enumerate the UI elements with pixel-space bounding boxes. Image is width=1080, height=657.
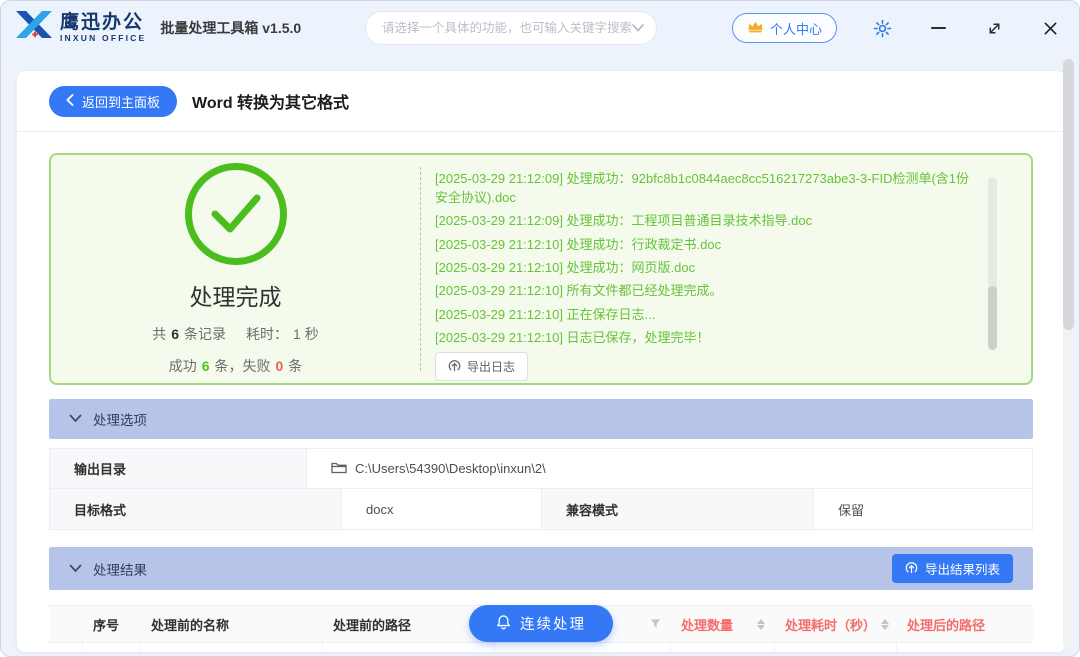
log-line: [2025-03-29 21:12:10] 处理成功：网页版.doc [435,259,973,278]
totals-line: 共 6 条记录 耗时： 1 秒 [152,324,318,344]
export-log-button[interactable]: 导出日志 [435,352,528,381]
options-table: 输出目录 C:\Users\54390\Desktop\inxun\2\ 目标格… [49,448,1033,530]
compat-mode-value[interactable]: 保留 [814,489,1032,529]
log-line: [2025-03-29 21:12:09] 处理成功：工程项目普通目录技术指导.… [435,212,973,231]
crown-icon [747,20,764,37]
brand-name-en: INXUN OFFICE [60,34,146,43]
settings-gear-icon[interactable] [871,17,893,39]
content-area: 返回到主面板 Word 转换为其它格式 处理完成 共 6 条记录 耗时 [1,55,1079,657]
log-list: [2025-03-29 21:12:09] 处理成功：92bfc8b1c0844… [435,170,973,352]
section-options-header[interactable]: 处理选项 [49,399,1033,439]
upload-icon [448,359,461,375]
sort-icon[interactable] [881,619,889,630]
log-scrollbar-thumb[interactable] [988,286,997,350]
completion-summary-panel: 处理完成 共 6 条记录 耗时： 1 秒 成功 6 条，失败 0 条 [49,153,1033,385]
back-to-dashboard-button[interactable]: 返回到主面板 [49,86,177,117]
compat-mode-label: 兼容模式 [542,489,814,529]
maximize-icon [987,21,1002,36]
continue-button-label: 连续处理 [520,613,586,634]
brand-name: 鹰迅办公 [60,13,146,32]
search-input[interactable] [382,21,632,35]
close-icon [1043,21,1058,36]
upload-icon [905,561,918,577]
tail-label: 条 [288,356,302,376]
page-title: Word 转换为其它格式 [192,89,349,113]
export-result-list-label: 导出结果列表 [925,559,1000,578]
sort-icon[interactable] [757,619,765,630]
titlebar: 鹰迅办公 INXUN OFFICE 批量处理工具箱 v1.5.0 个人中心 [1,1,1079,55]
window-scrollbar[interactable] [1063,59,1074,648]
target-format-label: 目标格式 [50,489,342,529]
main-card: 返回到主面板 Word 转换为其它格式 处理完成 共 6 条记录 耗时 [17,71,1065,652]
total-suffix: 条记录 [184,324,226,344]
log-line: [2025-03-29 21:12:10] 正在保存日志... [435,306,973,325]
bell-icon [496,614,511,634]
app-logo: 鹰迅办公 INXUN OFFICE [15,9,146,47]
log-scrollbar[interactable] [988,177,997,350]
back-button-label: 返回到主面板 [82,92,160,111]
titlebar-controls: 个人中心 [732,13,1061,43]
status-title: 处理完成 [190,278,282,312]
chevron-down-icon[interactable] [632,19,644,37]
results-section-title: 处理结果 [93,559,147,579]
export-log-label: 导出日志 [467,358,515,375]
chevron-left-icon [66,94,74,109]
user-center-label: 个人中心 [770,19,822,38]
fail-count: 0 [276,358,284,374]
folder-icon [331,461,347,477]
option-row-output-dir: 输出目录 C:\Users\54390\Desktop\inxun\2\ [50,449,1032,489]
success-count: 6 [202,358,210,374]
chevron-down-icon [69,410,82,428]
time-value: 1 秒 [293,324,319,344]
minimize-icon [931,27,946,29]
option-row-format: 目标格式 docx 兼容模式 保留 [50,489,1032,530]
log-line: [2025-03-29 21:12:10] 处理成功：行政裁定书.doc [435,236,973,255]
column-count[interactable]: 处理数量 [671,606,775,642]
page-header: 返回到主面板 Word 转换为其它格式 [17,71,1065,132]
success-label: 成功 [169,356,197,376]
output-dir-path: C:\Users\54390\Desktop\inxun\2\ [355,461,546,476]
time-label: 耗时： [246,324,288,344]
log-panel: [2025-03-29 21:12:09] 处理成功：92bfc8b1c0844… [421,155,1031,383]
output-dir-label: 输出目录 [50,449,307,488]
log-line: [2025-03-29 21:12:10] 所有文件都已经处理完成。 [435,282,973,301]
success-check-icon [185,163,287,265]
maximize-button[interactable] [983,17,1005,39]
user-center-button[interactable]: 个人中心 [732,13,837,43]
between-label: 条，失败 [215,356,271,376]
column-path-after[interactable]: 处理后的路径 [897,606,1033,642]
brand-x-icon [15,9,53,47]
window-scrollbar-thumb[interactable] [1063,59,1074,330]
output-dir-value-cell[interactable]: C:\Users\54390\Desktop\inxun\2\ [307,449,1032,488]
continue-processing-button[interactable]: 连续处理 [469,605,613,642]
target-format-value[interactable]: docx [342,489,542,529]
export-result-list-button[interactable]: 导出结果列表 [892,554,1013,583]
log-line: [2025-03-29 21:12:10] 日志已保存，处理完毕！ [435,329,973,348]
app-window: 鹰迅办公 INXUN OFFICE 批量处理工具箱 v1.5.0 个人中心 [0,0,1080,657]
minimize-button[interactable] [927,17,949,39]
total-prefix: 共 [152,324,166,344]
chevron-down-icon [69,560,82,578]
column-name-before[interactable]: 处理前的名称 [141,606,323,642]
filter-icon[interactable] [650,617,661,632]
close-button[interactable] [1039,17,1061,39]
summary-stats: 处理完成 共 6 条记录 耗时： 1 秒 成功 6 条，失败 0 条 [51,155,420,383]
column-count-label: 处理数量 [681,615,733,634]
function-search[interactable] [365,11,657,45]
section-results-header[interactable]: 处理结果 导出结果列表 [49,547,1033,590]
app-title: 批量处理工具箱 v1.5.0 [160,18,301,38]
column-duration-label: 处理耗时（秒） [785,615,876,634]
brand-text: 鹰迅办公 INXUN OFFICE [60,13,146,43]
success-fail-line: 成功 6 条，失败 0 条 [169,356,303,376]
table-row[interactable] [49,643,1033,652]
column-index[interactable]: 序号 [83,606,141,642]
column-duration[interactable]: 处理耗时（秒） [775,606,897,642]
options-section-title: 处理选项 [93,409,147,429]
total-count: 6 [171,326,179,342]
column-select [49,606,83,642]
log-line: [2025-03-29 21:12:09] 处理成功：92bfc8b1c0844… [435,170,973,208]
